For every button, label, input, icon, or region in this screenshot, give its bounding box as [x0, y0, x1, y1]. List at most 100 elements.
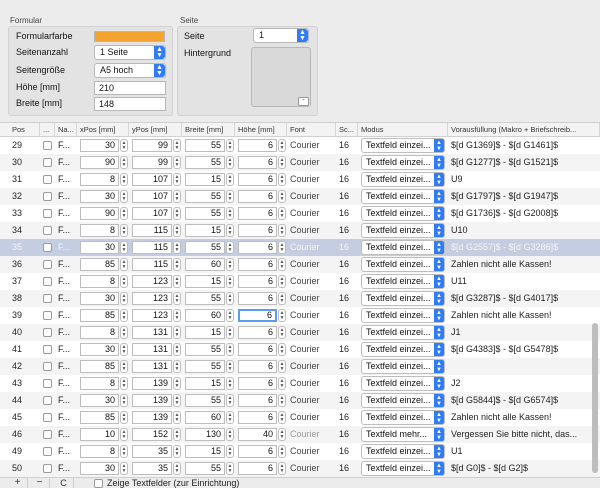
stepper-icon[interactable]: ▲ ▼ — [278, 207, 286, 220]
row-checkbox[interactable] — [43, 345, 52, 354]
row-vorausfuellung[interactable]: $[d G1797]$ - $[d G1947]$ — [451, 188, 596, 205]
row-checkbox[interactable] — [43, 328, 52, 337]
hintergrund-remove-button[interactable]: - — [298, 97, 309, 106]
row-ypos-input[interactable]: 131 — [132, 343, 172, 356]
row-checkbox[interactable] — [43, 396, 52, 405]
remove-row-button[interactable]: − — [30, 478, 50, 488]
col-header-vorausfuellung[interactable]: Vorausfüllung (Makro + Briefschreib... — [448, 123, 600, 137]
col-header-pos[interactable]: Pos — [0, 123, 40, 137]
col-header-font[interactable]: Font — [287, 123, 336, 137]
row-modus-select[interactable]: Textfeld einzei... ▲ ▼ — [361, 376, 445, 391]
stepper-icon[interactable]: ▲ ▼ — [120, 309, 128, 322]
stepper-icon[interactable]: ▲ ▼ — [226, 309, 234, 322]
row-vorausfuellung[interactable]: Zahlen nicht alle Kassen! — [451, 256, 596, 273]
table-row[interactable]: 42 F... 85 ▲ ▼ 131 ▲ ▼ 55 ▲ ▼ 6 ▲ ▼ Courier 16 Textfeld … — [0, 358, 600, 375]
stepper-icon[interactable]: ▲ ▼ — [173, 173, 181, 186]
stepper-icon[interactable]: ▲ ▼ — [278, 360, 286, 373]
table-row[interactable]: 50 F... 30 ▲ ▼ 35 ▲ ▼ 55 ▲ ▼ 6 ▲ ▼ Courier 16 Textfeld e… — [0, 460, 600, 477]
row-xpos-input[interactable]: 30 — [80, 292, 119, 305]
stepper-icon[interactable]: ▲ ▼ — [120, 190, 128, 203]
row-xpos-input[interactable]: 85 — [80, 309, 119, 322]
table-row[interactable]: 35 F... 30 ▲ ▼ 115 ▲ ▼ 55 ▲ ▼ 6 ▲ ▼ Courier 16 Textfeld … — [0, 239, 600, 256]
table-row[interactable]: 38 F... 30 ▲ ▼ 123 ▲ ▼ 55 ▲ ▼ 6 ▲ ▼ Courier 16 Textfeld … — [0, 290, 600, 307]
stepper-icon[interactable]: ▲ ▼ — [173, 207, 181, 220]
hoehe-input[interactable]: 210 — [94, 81, 166, 95]
stepper-icon[interactable]: ▲ ▼ — [226, 258, 234, 271]
row-xpos-input[interactable]: 85 — [80, 360, 119, 373]
row-xpos-input[interactable]: 30 — [80, 139, 119, 152]
row-hoehe-input[interactable]: 6 — [238, 190, 277, 203]
stepper-icon[interactable]: ▲ ▼ — [173, 156, 181, 169]
row-xpos-input[interactable]: 30 — [80, 241, 119, 254]
row-hoehe-input[interactable]: 6 — [238, 139, 277, 152]
stepper-icon[interactable]: ▲ ▼ — [226, 377, 234, 390]
row-ypos-input[interactable]: 123 — [132, 275, 172, 288]
table-scrollbar[interactable] — [592, 323, 598, 473]
row-ypos-input[interactable]: 139 — [132, 411, 172, 424]
row-breite-input[interactable]: 55 — [185, 139, 225, 152]
row-vorausfuellung[interactable]: $[d G1277]$ - $[d G1521]$ — [451, 154, 596, 171]
stepper-icon[interactable]: ▲ ▼ — [226, 462, 234, 475]
row-hoehe-input[interactable]: 6 — [238, 377, 277, 390]
row-vorausfuellung[interactable]: U9 — [451, 171, 596, 188]
breite-input[interactable]: 148 — [94, 97, 166, 111]
row-modus-select[interactable]: Textfeld einzei... ▲ ▼ — [361, 189, 445, 204]
table-row[interactable]: 39 F... 85 ▲ ▼ 123 ▲ ▼ 60 ▲ ▼ 6 ▲ ▼ Courier 16 Textfeld … — [0, 307, 600, 324]
stepper-icon[interactable]: ▲ ▼ — [120, 326, 128, 339]
add-row-button[interactable]: + — [8, 478, 28, 488]
row-modus-select[interactable]: Textfeld einzei... ▲ ▼ — [361, 308, 445, 323]
table-row[interactable]: 45 F... 85 ▲ ▼ 139 ▲ ▼ 60 ▲ ▼ 6 ▲ ▼ Courier 16 Textfeld … — [0, 409, 600, 426]
stepper-icon[interactable]: ▲ ▼ — [278, 292, 286, 305]
row-breite-input[interactable]: 15 — [185, 173, 225, 186]
stepper-icon[interactable]: ▲ ▼ — [226, 292, 234, 305]
row-breite-input[interactable]: 55 — [185, 156, 225, 169]
stepper-icon[interactable]: ▲ ▼ — [120, 207, 128, 220]
row-hoehe-input[interactable]: 6 — [238, 343, 277, 356]
stepper-icon[interactable]: ▲ ▼ — [226, 445, 234, 458]
row-modus-select[interactable]: Textfeld einzei... ▲ ▼ — [361, 325, 445, 340]
stepper-icon[interactable]: ▲ ▼ — [173, 394, 181, 407]
col-header-check[interactable]: ... — [40, 123, 55, 137]
row-vorausfuellung[interactable]: $[d G3287]$ - $[d G4017]$ — [451, 290, 596, 307]
row-ypos-input[interactable]: 139 — [132, 377, 172, 390]
stepper-icon[interactable]: ▲ ▼ — [120, 411, 128, 424]
row-vorausfuellung[interactable] — [451, 358, 596, 375]
stepper-icon[interactable]: ▲ ▼ — [278, 275, 286, 288]
table-row[interactable]: 43 F... 8 ▲ ▼ 139 ▲ ▼ 15 ▲ ▼ 6 ▲ ▼ Courier 16 Textfeld e… — [0, 375, 600, 392]
row-hoehe-input[interactable]: 6 — [238, 326, 277, 339]
stepper-icon[interactable]: ▲ ▼ — [120, 360, 128, 373]
stepper-icon[interactable]: ▲ ▼ — [226, 156, 234, 169]
row-ypos-input[interactable]: 139 — [132, 394, 172, 407]
stepper-icon[interactable]: ▲ ▼ — [226, 207, 234, 220]
stepper-icon[interactable]: ▲ ▼ — [226, 190, 234, 203]
row-breite-input[interactable]: 60 — [185, 258, 225, 271]
row-modus-select[interactable]: Textfeld einzei... ▲ ▼ — [361, 393, 445, 408]
row-xpos-input[interactable]: 30 — [80, 394, 119, 407]
stepper-icon[interactable]: ▲ ▼ — [278, 241, 286, 254]
row-breite-input[interactable]: 15 — [185, 326, 225, 339]
table-row[interactable]: 37 F... 8 ▲ ▼ 123 ▲ ▼ 15 ▲ ▼ 6 ▲ ▼ Courier 16 Textfeld e… — [0, 273, 600, 290]
stepper-icon[interactable]: ▲ ▼ — [173, 190, 181, 203]
row-checkbox[interactable] — [43, 243, 52, 252]
row-hoehe-input[interactable]: 6 — [238, 462, 277, 475]
row-xpos-input[interactable]: 90 — [80, 156, 119, 169]
row-modus-select[interactable]: Textfeld einzei... ▲ ▼ — [361, 410, 445, 425]
row-checkbox[interactable] — [43, 294, 52, 303]
row-xpos-input[interactable]: 85 — [80, 258, 119, 271]
stepper-icon[interactable]: ▲ ▼ — [278, 258, 286, 271]
stepper-icon[interactable]: ▲ ▼ — [173, 326, 181, 339]
row-vorausfuellung[interactable]: Zahlen nicht alle Kassen! — [451, 409, 596, 426]
row-checkbox[interactable] — [43, 362, 52, 371]
stepper-icon[interactable]: ▲ ▼ — [278, 190, 286, 203]
stepper-icon[interactable]: ▲ ▼ — [278, 377, 286, 390]
row-hoehe-input[interactable]: 40 — [238, 428, 277, 441]
col-header-ypos[interactable]: yPos [mm] — [129, 123, 182, 137]
row-breite-input[interactable]: 55 — [185, 292, 225, 305]
stepper-icon[interactable]: ▲ ▼ — [120, 377, 128, 390]
row-vorausfuellung[interactable]: U10 — [451, 222, 596, 239]
seitengroesse-select[interactable]: A5 hoch ▲ ▼ — [94, 63, 166, 78]
row-modus-select[interactable]: Textfeld einzei... ▲ ▼ — [361, 172, 445, 187]
stepper-icon[interactable]: ▲ ▼ — [120, 173, 128, 186]
stepper-icon[interactable]: ▲ ▼ — [278, 411, 286, 424]
row-xpos-input[interactable]: 30 — [80, 190, 119, 203]
